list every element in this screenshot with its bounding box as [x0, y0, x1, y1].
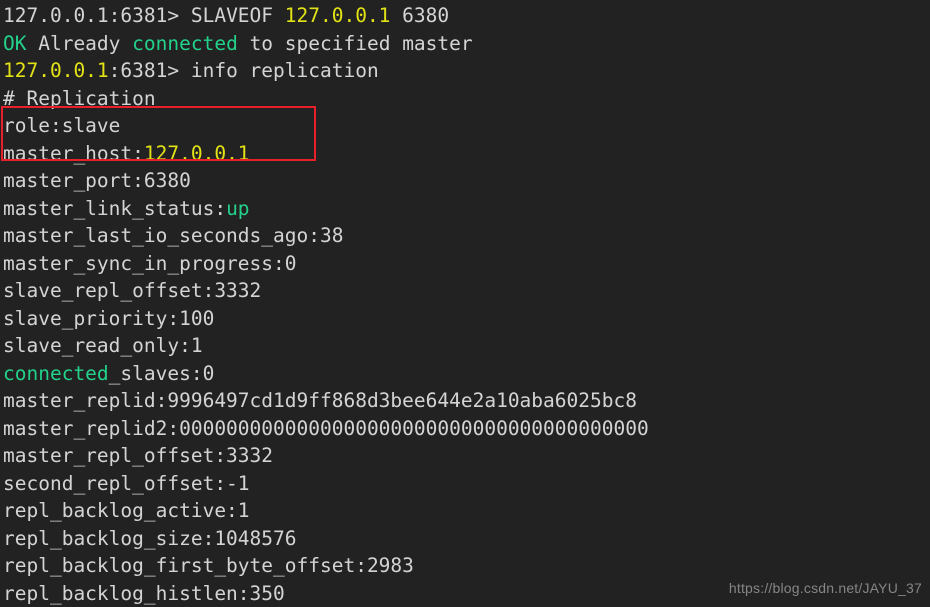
field-master-host-key: master_host: — [3, 141, 144, 165]
response-text-2: to specified master — [237, 31, 473, 55]
field-master-link-status-value: up — [226, 196, 250, 220]
terminal-line-master-replid: master_replid:9996497cd1d9ff868d3bee644e… — [3, 387, 927, 415]
terminal-output: 127.0.0.1:6381> SLAVEOF 127.0.0.1 6380 O… — [3, 2, 927, 607]
field-second-repl-offset: second_repl_offset:-1 — [3, 471, 250, 495]
command-arg-port: 6380 — [390, 4, 450, 27]
field-slave-priority: slave_priority:100 — [3, 306, 215, 330]
prompt-suffix: :6381> — [108, 59, 191, 82]
terminal-line-command-info: 127.0.0.1:6381> info replication — [3, 57, 927, 85]
field-slave-read-only: slave_read_only:1 — [3, 334, 203, 357]
terminal-line-master-port: master_port:6380 — [3, 167, 927, 195]
response-text-1: Already — [26, 31, 133, 55]
section-header-replication: # Replication — [3, 86, 156, 110]
watermark-url: https://blog.csdn.net/JAYU_37 — [728, 579, 922, 596]
terminal-line-connected-slaves: connected_slaves:0 — [3, 360, 927, 388]
terminal-line-repl-backlog-size: repl_backlog_size:1048576 — [3, 525, 927, 553]
terminal-line-master-replid2: master_replid2:0000000000000000000000000… — [3, 415, 927, 443]
field-connected-slaves-keyword: connected — [3, 361, 109, 385]
field-connected-slaves-value: _slaves:0 — [108, 361, 215, 385]
field-master-repl-offset: master_repl_offset:3332 — [3, 444, 274, 467]
response-keyword-connected: connected — [132, 31, 238, 55]
field-repl-backlog-active: repl_backlog_active:1 — [3, 499, 250, 522]
field-master-link-status-key: master_link_status: — [3, 196, 227, 220]
terminal-line-section-header: # Replication — [3, 85, 927, 113]
terminal-line-master-host: master_host:127.0.0.1 — [3, 140, 927, 168]
terminal-window[interactable]: 127.0.0.1:6381> SLAVEOF 127.0.0.1 6380 O… — [0, 0, 930, 607]
command-name: SLAVEOF — [190, 4, 285, 27]
command-info-replication: info replication — [190, 59, 379, 82]
field-repl-backlog-first-byte-offset: repl_backlog_first_byte_offset:2983 — [3, 554, 414, 577]
terminal-line-role: role:slave — [3, 112, 927, 140]
status-ok: OK — [3, 31, 27, 55]
terminal-line-second-repl-offset: second_repl_offset:-1 — [3, 470, 927, 498]
field-master-replid2: master_replid2:0000000000000000000000000… — [3, 416, 649, 440]
terminal-line-slave-priority: slave_priority:100 — [3, 305, 927, 333]
field-master-replid: master_replid:9996497cd1d9ff868d3bee644e… — [3, 389, 637, 412]
terminal-line-repl-backlog-active: repl_backlog_active:1 — [3, 497, 927, 525]
terminal-line-master-link-status: master_link_status:up — [3, 195, 927, 223]
field-repl-backlog-size: repl_backlog_size:1048576 — [3, 526, 297, 550]
terminal-line-slave-repl-offset: slave_repl_offset:3332 — [3, 277, 927, 305]
field-master-host-value: 127.0.0.1 — [143, 141, 250, 165]
field-master-port: master_port:6380 — [3, 169, 191, 192]
command-arg-host: 127.0.0.1 — [284, 4, 391, 27]
terminal-line-master-repl-offset: master_repl_offset:3332 — [3, 442, 927, 470]
field-slave-repl-offset: slave_repl_offset:3332 — [3, 279, 262, 302]
terminal-line-master-sync: master_sync_in_progress:0 — [3, 250, 927, 278]
field-master-sync-in-progress: master_sync_in_progress:0 — [3, 251, 297, 275]
terminal-line-ok-response: OK Already connected to specified master — [3, 30, 927, 58]
prompt-text: 127.0.0.1:6381> — [3, 4, 191, 27]
field-role: role:slave — [3, 114, 121, 137]
terminal-line-slave-read-only: slave_read_only:1 — [3, 332, 927, 360]
field-master-last-io-seconds-ago: master_last_io_seconds_ago:38 — [3, 224, 344, 247]
terminal-line-command-slaveof: 127.0.0.1:6381> SLAVEOF 127.0.0.1 6380 — [3, 2, 927, 30]
terminal-line-master-last-io: master_last_io_seconds_ago:38 — [3, 222, 927, 250]
field-repl-backlog-histlen: repl_backlog_histlen:350 — [3, 581, 285, 605]
prompt-host: 127.0.0.1 — [3, 59, 109, 82]
